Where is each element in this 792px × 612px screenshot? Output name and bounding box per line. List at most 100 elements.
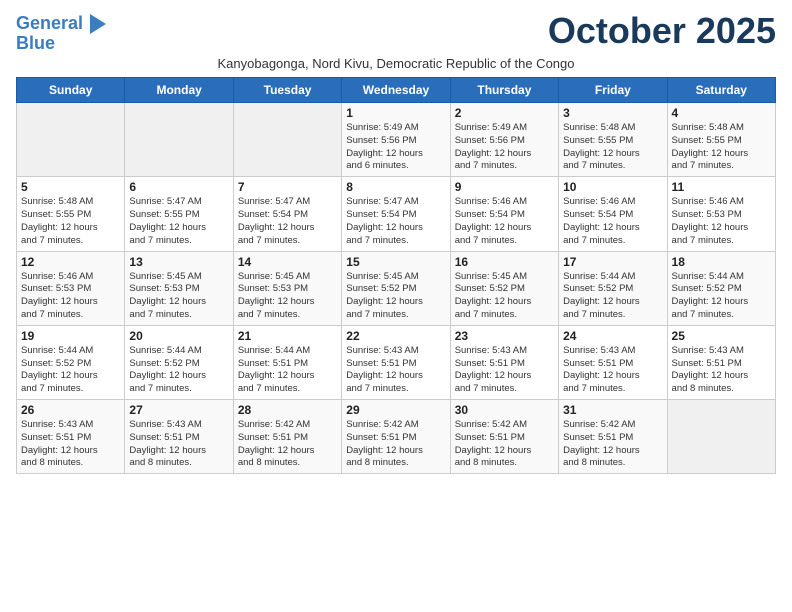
cell-w2-d3: 8 Sunrise: 5:47 AM Sunset: 5:54 PM Daylig…	[342, 177, 450, 251]
day-info: Sunrise: 5:46 AM Sunset: 5:53 PM Dayligh…	[21, 271, 120, 322]
calendar: Sunday Monday Tuesday Wednesday Thursday…	[16, 77, 776, 474]
day-number: 29	[346, 403, 445, 417]
day-info: Sunrise: 5:42 AM Sunset: 5:51 PM Dayligh…	[455, 419, 554, 470]
day-info: Sunrise: 5:45 AM Sunset: 5:53 PM Dayligh…	[238, 271, 337, 322]
cell-w5-d4: 30 Sunrise: 5:42 AM Sunset: 5:51 PM Dayli…	[450, 400, 558, 474]
day-info: Sunrise: 5:47 AM Sunset: 5:55 PM Dayligh…	[129, 196, 228, 247]
day-info: Sunrise: 5:44 AM Sunset: 5:52 PM Dayligh…	[21, 345, 120, 396]
day-number: 9	[455, 180, 554, 194]
day-number: 11	[672, 180, 771, 194]
day-number: 21	[238, 329, 337, 343]
calendar-header-row: Sunday Monday Tuesday Wednesday Thursday…	[17, 78, 776, 103]
col-thursday: Thursday	[450, 78, 558, 103]
day-info: Sunrise: 5:48 AM Sunset: 5:55 PM Dayligh…	[21, 196, 120, 247]
cell-w2-d2: 7 Sunrise: 5:47 AM Sunset: 5:54 PM Daylig…	[233, 177, 341, 251]
month-title: October 2025	[548, 10, 776, 52]
day-info: Sunrise: 5:45 AM Sunset: 5:52 PM Dayligh…	[346, 271, 445, 322]
day-info: Sunrise: 5:46 AM Sunset: 5:53 PM Dayligh…	[672, 196, 771, 247]
week-row-4: 19 Sunrise: 5:44 AM Sunset: 5:52 PM Dayli…	[17, 325, 776, 399]
cell-w3-d0: 12 Sunrise: 5:46 AM Sunset: 5:53 PM Dayli…	[17, 251, 125, 325]
day-info: Sunrise: 5:43 AM Sunset: 5:51 PM Dayligh…	[455, 345, 554, 396]
week-row-5: 26 Sunrise: 5:43 AM Sunset: 5:51 PM Dayli…	[17, 400, 776, 474]
cell-w1-d0	[17, 103, 125, 177]
cell-w3-d4: 16 Sunrise: 5:45 AM Sunset: 5:52 PM Dayli…	[450, 251, 558, 325]
day-number: 14	[238, 255, 337, 269]
day-info: Sunrise: 5:43 AM Sunset: 5:51 PM Dayligh…	[21, 419, 120, 470]
logo-text: General Blue	[16, 14, 106, 54]
day-number: 20	[129, 329, 228, 343]
day-number: 7	[238, 180, 337, 194]
day-info: Sunrise: 5:46 AM Sunset: 5:54 PM Dayligh…	[563, 196, 662, 247]
day-info: Sunrise: 5:44 AM Sunset: 5:51 PM Dayligh…	[238, 345, 337, 396]
col-sunday: Sunday	[17, 78, 125, 103]
cell-w2-d4: 9 Sunrise: 5:46 AM Sunset: 5:54 PM Daylig…	[450, 177, 558, 251]
day-number: 24	[563, 329, 662, 343]
day-number: 19	[21, 329, 120, 343]
day-number: 23	[455, 329, 554, 343]
day-info: Sunrise: 5:47 AM Sunset: 5:54 PM Dayligh…	[346, 196, 445, 247]
day-info: Sunrise: 5:43 AM Sunset: 5:51 PM Dayligh…	[129, 419, 228, 470]
day-info: Sunrise: 5:44 AM Sunset: 5:52 PM Dayligh…	[129, 345, 228, 396]
day-number: 12	[21, 255, 120, 269]
cell-w4-d3: 22 Sunrise: 5:43 AM Sunset: 5:51 PM Dayli…	[342, 325, 450, 399]
day-info: Sunrise: 5:44 AM Sunset: 5:52 PM Dayligh…	[563, 271, 662, 322]
day-info: Sunrise: 5:48 AM Sunset: 5:55 PM Dayligh…	[563, 122, 662, 173]
day-info: Sunrise: 5:47 AM Sunset: 5:54 PM Dayligh…	[238, 196, 337, 247]
cell-w3-d1: 13 Sunrise: 5:45 AM Sunset: 5:53 PM Dayli…	[125, 251, 233, 325]
col-saturday: Saturday	[667, 78, 775, 103]
logo: General Blue	[16, 14, 106, 54]
day-number: 30	[455, 403, 554, 417]
cell-w2-d1: 6Sunrise: 5:47 AM Sunset: 5:55 PM Daylig…	[125, 177, 233, 251]
page: General Blue October 2025 Kanyobagonga, …	[0, 0, 792, 484]
day-number: 10	[563, 180, 662, 194]
day-info: Sunrise: 5:45 AM Sunset: 5:53 PM Dayligh…	[129, 271, 228, 322]
day-number: 13	[129, 255, 228, 269]
day-info: Sunrise: 5:49 AM Sunset: 5:56 PM Dayligh…	[346, 122, 445, 173]
logo-icon	[90, 14, 106, 34]
day-info: Sunrise: 5:44 AM Sunset: 5:52 PM Dayligh…	[672, 271, 771, 322]
cell-w1-d3: 1 Sunrise: 5:49 AM Sunset: 5:56 PM Daylig…	[342, 103, 450, 177]
cell-w4-d0: 19 Sunrise: 5:44 AM Sunset: 5:52 PM Dayli…	[17, 325, 125, 399]
day-number: 8	[346, 180, 445, 194]
day-number: 4	[672, 106, 771, 120]
subtitle: Kanyobagonga, Nord Kivu, Democratic Repu…	[16, 56, 776, 71]
cell-w5-d2: 28Sunrise: 5:42 AM Sunset: 5:51 PM Dayli…	[233, 400, 341, 474]
day-info: Sunrise: 5:45 AM Sunset: 5:52 PM Dayligh…	[455, 271, 554, 322]
day-number: 22	[346, 329, 445, 343]
cell-w5-d0: 26 Sunrise: 5:43 AM Sunset: 5:51 PM Dayli…	[17, 400, 125, 474]
day-number: 31	[563, 403, 662, 417]
day-info: Sunrise: 5:42 AM Sunset: 5:51 PM Dayligh…	[346, 419, 445, 470]
cell-w1-d6: 4Sunrise: 5:48 AM Sunset: 5:55 PM Daylig…	[667, 103, 775, 177]
day-number: 26	[21, 403, 120, 417]
cell-w1-d2	[233, 103, 341, 177]
cell-w1-d5: 3 Sunrise: 5:48 AM Sunset: 5:55 PM Daylig…	[559, 103, 667, 177]
day-number: 18	[672, 255, 771, 269]
col-tuesday: Tuesday	[233, 78, 341, 103]
col-wednesday: Wednesday	[342, 78, 450, 103]
day-number: 3	[563, 106, 662, 120]
day-number: 2	[455, 106, 554, 120]
cell-w3-d6: 18 Sunrise: 5:44 AM Sunset: 5:52 PM Dayli…	[667, 251, 775, 325]
day-number: 16	[455, 255, 554, 269]
cell-w5-d3: 29 Sunrise: 5:42 AM Sunset: 5:51 PM Dayli…	[342, 400, 450, 474]
cell-w2-d0: 5 Sunrise: 5:48 AM Sunset: 5:55 PM Daylig…	[17, 177, 125, 251]
day-info: Sunrise: 5:42 AM Sunset: 5:51 PM Dayligh…	[563, 419, 662, 470]
day-info: Sunrise: 5:43 AM Sunset: 5:51 PM Dayligh…	[346, 345, 445, 396]
cell-w2-d6: 11 Sunrise: 5:46 AM Sunset: 5:53 PM Dayli…	[667, 177, 775, 251]
week-row-1: 1 Sunrise: 5:49 AM Sunset: 5:56 PM Daylig…	[17, 103, 776, 177]
day-number: 5	[21, 180, 120, 194]
day-number: 15	[346, 255, 445, 269]
day-info: Sunrise: 5:43 AM Sunset: 5:51 PM Dayligh…	[563, 345, 662, 396]
col-friday: Friday	[559, 78, 667, 103]
day-number: 1	[346, 106, 445, 120]
day-info: Sunrise: 5:43 AM Sunset: 5:51 PM Dayligh…	[672, 345, 771, 396]
cell-w1-d1	[125, 103, 233, 177]
cell-w3-d3: 15 Sunrise: 5:45 AM Sunset: 5:52 PM Dayli…	[342, 251, 450, 325]
day-number: 27	[129, 403, 228, 417]
cell-w5-d1: 27 Sunrise: 5:43 AM Sunset: 5:51 PM Dayli…	[125, 400, 233, 474]
week-row-2: 5 Sunrise: 5:48 AM Sunset: 5:55 PM Daylig…	[17, 177, 776, 251]
cell-w3-d5: 17Sunrise: 5:44 AM Sunset: 5:52 PM Dayli…	[559, 251, 667, 325]
day-number: 28	[238, 403, 337, 417]
day-info: Sunrise: 5:46 AM Sunset: 5:54 PM Dayligh…	[455, 196, 554, 247]
week-row-3: 12 Sunrise: 5:46 AM Sunset: 5:53 PM Dayli…	[17, 251, 776, 325]
